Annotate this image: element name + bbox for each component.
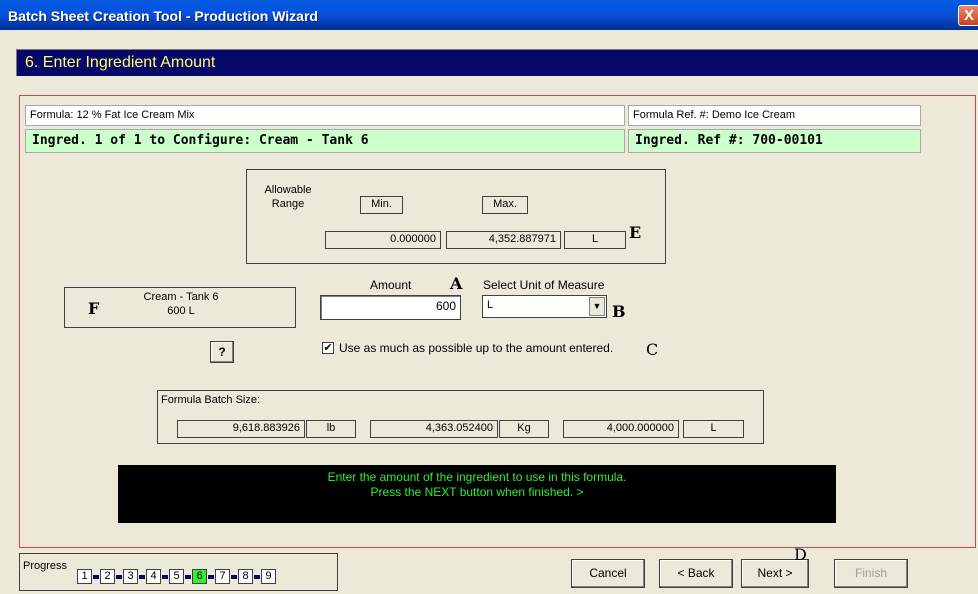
step-title: 6. Enter Ingredient Amount [25,54,216,71]
instruction-message: Enter the amount of the ingredient to us… [118,465,836,523]
marker-f: F [88,299,100,318]
progress-connector [185,575,191,579]
amount-label: Amount [370,278,412,292]
progress-connector [254,575,260,579]
marker-a: A [450,274,463,293]
batch-kg-unit: Kg [499,420,549,438]
marker-c: C [646,340,659,359]
progress-connector [93,575,99,579]
range-unit: L [564,231,626,249]
batch-lb-unit: lb [306,420,356,438]
help-button[interactable]: ? [210,341,234,363]
progress-label: Progress [23,560,68,572]
progress-step-5: 5 [169,569,184,584]
batch-l-value: 4,000.000000 [563,420,679,438]
amount-input[interactable]: 600 [320,295,461,320]
unit-select-value: L [487,299,494,311]
unit-select[interactable]: L ▼ [482,295,607,318]
progress-step-3: 3 [123,569,138,584]
window-title: Batch Sheet Creation Tool - Production W… [8,8,318,24]
cancel-button[interactable]: Cancel [571,559,645,588]
marker-e: E [629,223,642,242]
instruction-line-2: Press the NEXT button when finished. > [370,485,584,499]
batch-kg-value: 4,363.052400 [370,420,498,438]
use-max-label: Use as much as possible up to the amount… [339,341,614,355]
chevron-down-icon[interactable]: ▼ [589,297,605,316]
progress-step-7: 7 [215,569,230,584]
min-value: 0.000000 [325,231,441,249]
unit-label: Select Unit of Measure [483,278,605,292]
ingredient-configure: Ingred. 1 of 1 to Configure: Cream - Tan… [25,129,625,153]
title-bar: Batch Sheet Creation Tool - Production W… [0,0,978,30]
marker-d: D [794,545,807,564]
progress-connector [162,575,168,579]
step-header: 6. Enter Ingredient Amount [16,49,978,76]
marker-b: B [612,302,626,321]
batch-lb-value: 9,618.883926 [177,420,305,438]
finish-button[interactable]: Finish [834,559,908,588]
progress-connector [208,575,214,579]
progress-step-2: 2 [100,569,115,584]
formula-name: Formula: 12 % Fat Ice Cream Mix [25,105,625,126]
ingredient-ref: Ingred. Ref #: 700-00101 [628,129,921,153]
batch-l-unit: L [683,420,744,438]
source-name: Cream - Tank 6 [143,291,219,303]
max-value: 4,352.887971 [446,231,561,249]
progress-step-1: 1 [77,569,92,584]
progress-step-8: 8 [238,569,253,584]
use-max-checkbox[interactable]: ✔ [322,342,334,354]
formula-ref: Formula Ref. #: Demo Ice Cream [628,105,921,126]
instruction-line-1: Enter the amount of the ingredient to us… [327,470,627,484]
progress-step-4: 4 [146,569,161,584]
back-button[interactable]: < Back [659,559,733,588]
max-label: Max. [482,196,528,214]
progress-step-9: 9 [261,569,276,584]
min-label: Min. [360,196,403,214]
allowable-range-label: Allowable Range [264,184,312,210]
source-amount: 600 L [167,305,195,317]
progress-connector [116,575,122,579]
progress-panel: Progress 1 2 3 4 5 6 7 8 9 [19,553,338,591]
progress-step-6: 6 [192,569,207,584]
progress-connector [139,575,145,579]
batch-size-label: Formula Batch Size: [161,394,261,406]
progress-connector [231,575,237,579]
close-icon[interactable]: X [958,5,978,26]
